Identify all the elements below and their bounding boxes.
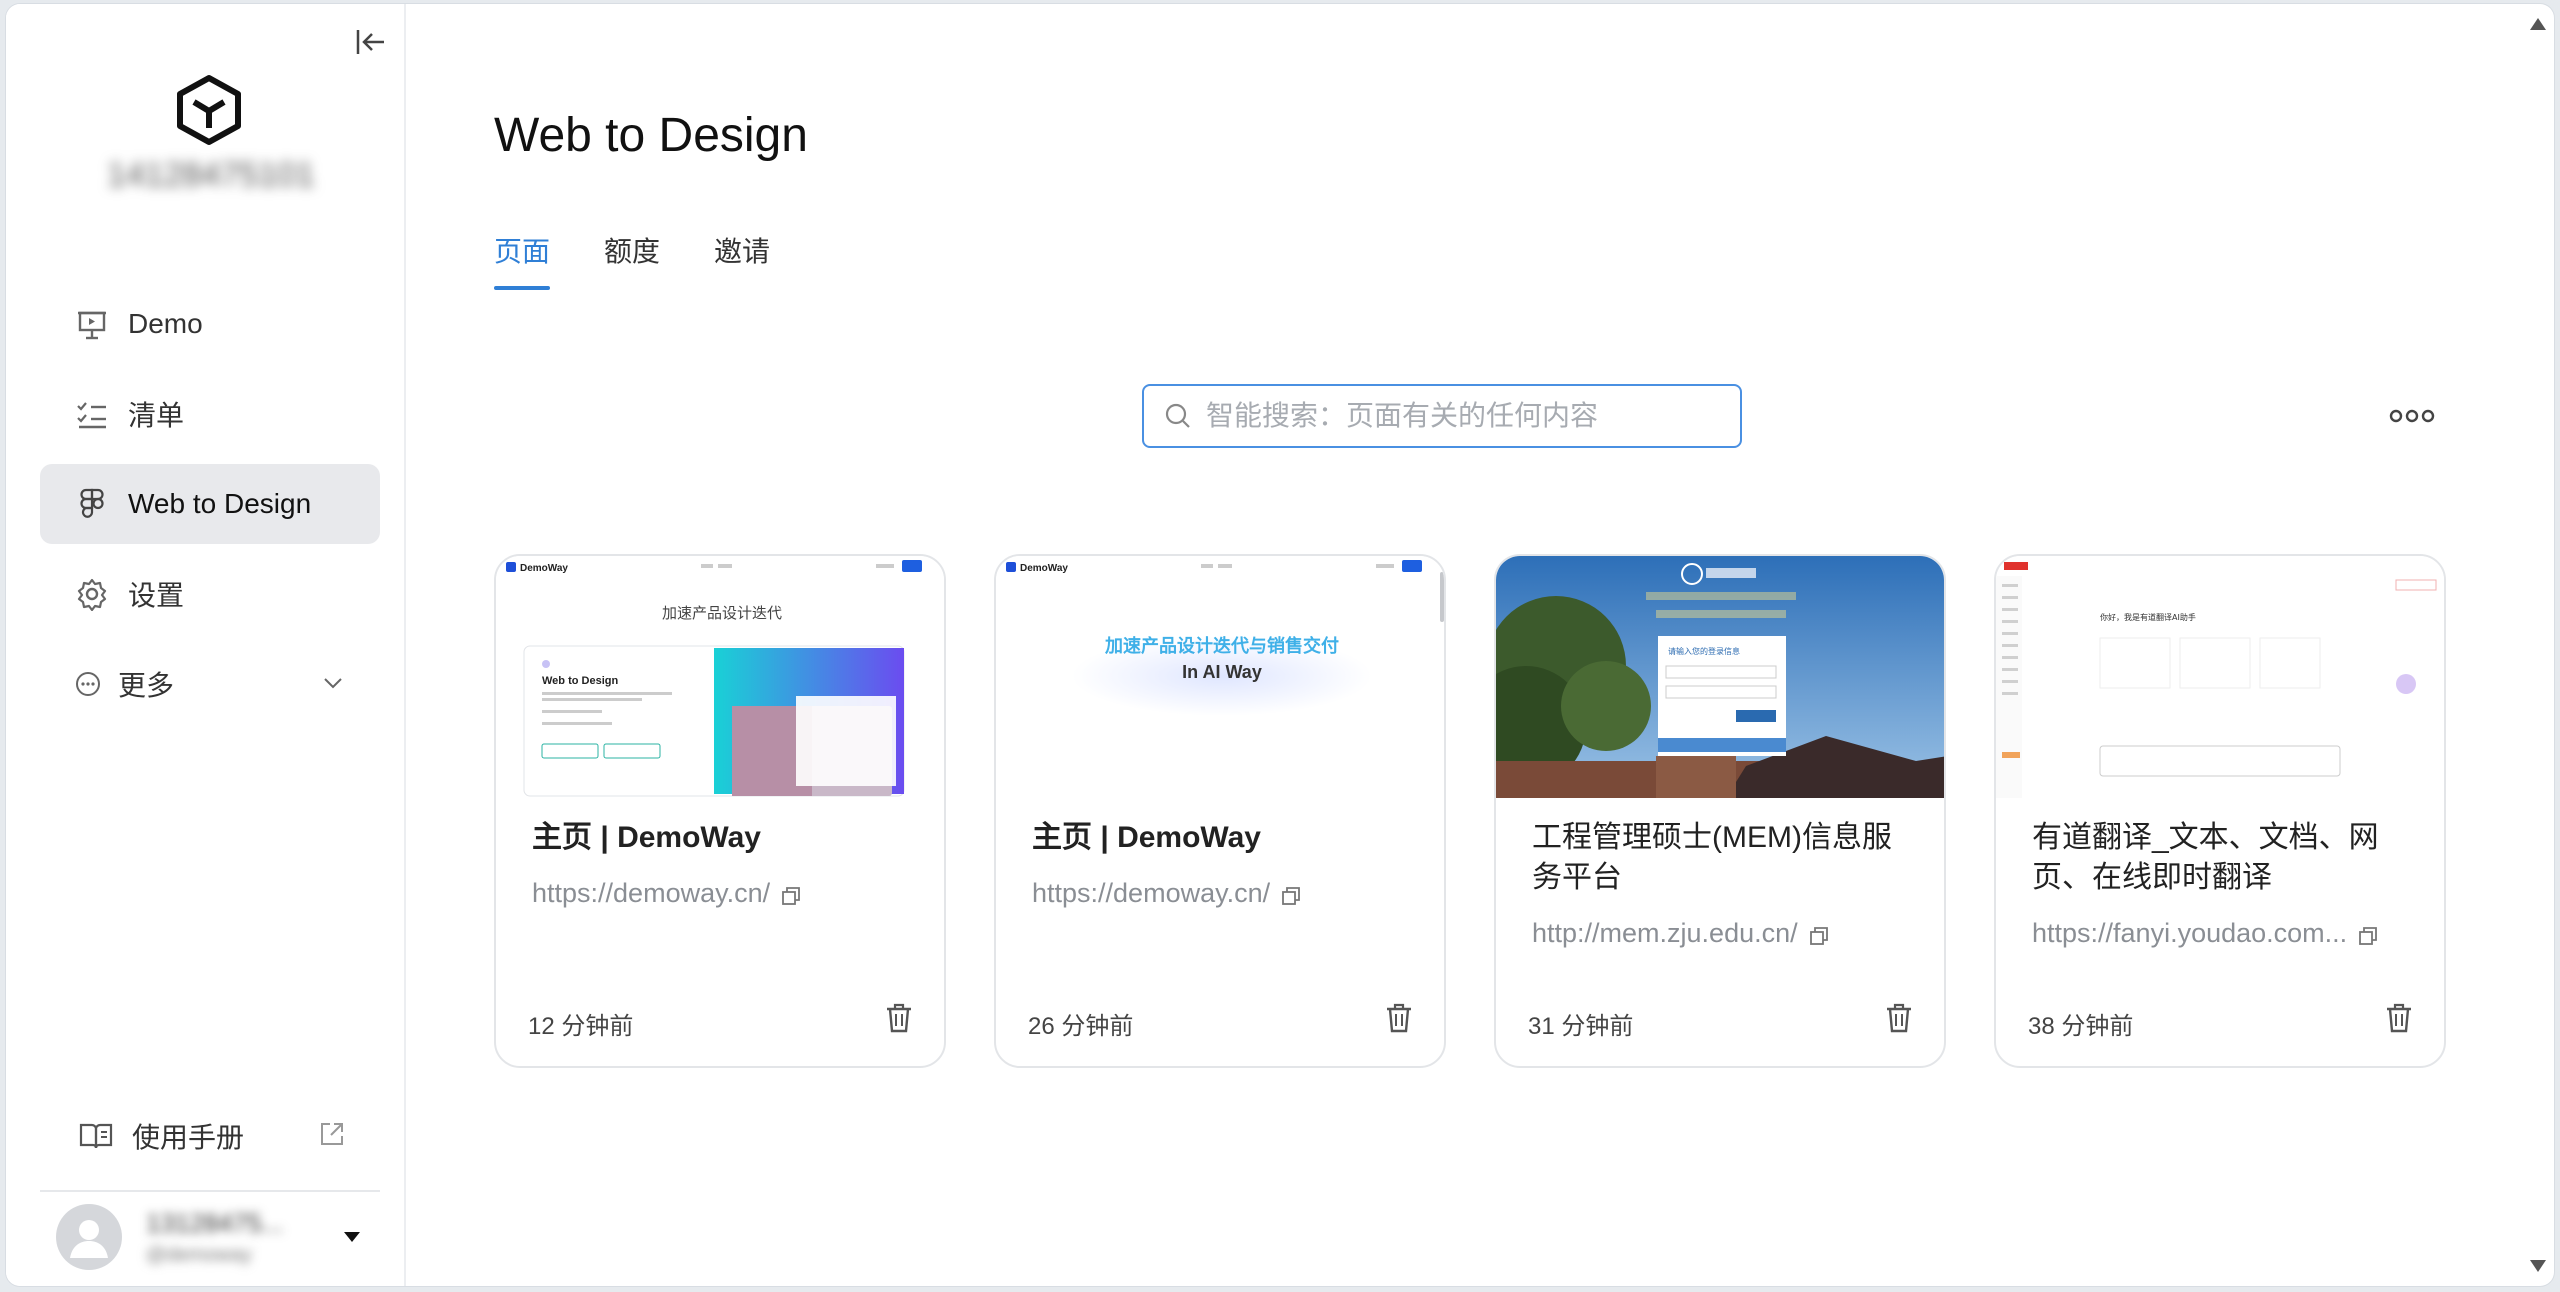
sidebar-item-label: 设置 (128, 580, 185, 611)
page-card[interactable]: DemoWay 加速产品设计迭代 Web to Design 主页 | Demo… (494, 554, 946, 1068)
caret-down-icon[interactable] (342, 1230, 362, 1244)
card-title: 主页 | DemoWay (532, 821, 761, 854)
user-profile[interactable]: 13128475... @demoway (56, 1200, 380, 1278)
user-manual-label: 使用手册 (132, 1122, 245, 1153)
checklist-icon (74, 396, 110, 432)
card-url[interactable]: https://demoway.cn/ (532, 878, 912, 909)
page-card[interactable]: 请输入您的登录信息 工程管理硕士(MEM)信息服务平台 http://mem.z… (1494, 554, 1946, 1068)
sidebar: 14128475101 Demo 清单 Web to Design 设置 更多 … (6, 4, 406, 1286)
sidebar-item-label: 更多 (118, 670, 175, 701)
tab-quota[interactable]: 额度 (604, 230, 660, 290)
more-circle-icon (74, 670, 102, 698)
avatar (56, 1204, 122, 1270)
copy-icon[interactable] (2357, 923, 2379, 945)
sidebar-item-web-to-design[interactable]: Web to Design (40, 464, 380, 544)
card-timestamp: 31 分钟前 (1528, 1013, 1634, 1040)
search-input[interactable] (1206, 400, 1706, 432)
trash-icon[interactable] (884, 1002, 914, 1034)
main-content: Web to Design 页面 额度 邀请 DemoWay (408, 4, 2554, 1286)
card-timestamp: 12 分钟前 (528, 1013, 634, 1040)
thumb-brand: DemoWay (520, 563, 568, 574)
card-title: 有道翻译_文本、文档、网页、在线即时翻译 (2032, 821, 2379, 894)
sidebar-item-label: 清单 (128, 400, 185, 431)
thumb-login-label: 请输入您的登录信息 (1668, 646, 1740, 656)
copy-icon[interactable] (1280, 883, 1302, 905)
account-id: 14128475101 (106, 156, 315, 194)
app-logo-icon (176, 74, 242, 146)
card-title: 工程管理硕士(MEM)信息服务平台 (1532, 821, 1892, 894)
page-card[interactable]: DemoWay 加速产品设计迭代与销售交付 In AI Way 主页 | Dem… (994, 554, 1446, 1068)
card-url-text: https://fanyi.youdao.com... (2032, 918, 2348, 948)
thumb-headline: 加速产品设计迭代 (662, 604, 782, 622)
search-box (1142, 384, 1742, 448)
card-url-text: http://mem.zju.edu.cn/ (1532, 918, 1798, 948)
sidebar-item-demo[interactable]: Demo (40, 284, 380, 364)
tab-invite[interactable]: 邀请 (714, 230, 770, 290)
page-thumbnail: DemoWay 加速产品设计迭代与销售交付 In AI Way (996, 556, 1444, 798)
page-thumbnail: 请输入您的登录信息 (1496, 556, 1944, 798)
card-timestamp: 38 分钟前 (2028, 1013, 2134, 1040)
trash-icon[interactable] (2384, 1002, 2414, 1034)
more-options-button[interactable] (2388, 404, 2436, 428)
trash-icon[interactable] (1884, 1002, 1914, 1034)
card-url[interactable]: https://demoway.cn/ (1032, 878, 1412, 909)
tab-bar: 页面 额度 邀请 (494, 230, 824, 290)
presentation-icon (74, 306, 110, 342)
sidebar-divider (40, 1190, 380, 1192)
card-url-text: https://demoway.cn/ (1032, 878, 1271, 908)
page-thumbnail: DemoWay 加速产品设计迭代 Web to Design (496, 556, 944, 798)
thumb-headline: 加速产品设计迭代与销售交付 (1104, 635, 1339, 657)
card-title: 主页 | DemoWay (1032, 821, 1261, 854)
thumb-brand: DemoWay (1020, 563, 1068, 574)
card-url[interactable]: https://fanyi.youdao.com... (2032, 918, 2412, 949)
external-link-icon (318, 1120, 346, 1148)
scroll-down-arrow[interactable] (2528, 1258, 2548, 1274)
sidebar-item-settings[interactable]: 设置 (40, 554, 380, 634)
card-url[interactable]: http://mem.zju.edu.cn/ (1532, 918, 1912, 949)
collapse-sidebar-icon[interactable] (352, 24, 388, 60)
card-url-text: https://demoway.cn/ (532, 878, 771, 908)
sidebar-item-label: Web to Design (128, 488, 312, 519)
user-subtitle: @demoway (146, 1244, 252, 1266)
copy-icon[interactable] (1808, 923, 1830, 945)
gear-icon (74, 576, 110, 612)
user-manual-link[interactable]: 使用手册 (40, 1106, 380, 1166)
book-icon (78, 1120, 114, 1152)
page-thumbnail: 你好，我是有道翻译AI助手 (1996, 556, 2444, 798)
sidebar-item-label: Demo (128, 308, 203, 339)
thumb-greeting: 你好，我是有道翻译AI助手 (2100, 612, 2196, 622)
sidebar-nav: Demo 清单 Web to Design 设置 更多 (40, 284, 380, 734)
card-timestamp: 26 分钟前 (1028, 1013, 1134, 1040)
thumb-panel-title: Web to Design (542, 675, 618, 687)
chevron-down-icon (320, 670, 346, 696)
sidebar-item-more[interactable]: 更多 (40, 644, 380, 724)
scroll-up-arrow[interactable] (2528, 16, 2548, 32)
trash-icon[interactable] (1384, 1002, 1414, 1034)
app-window: 14128475101 Demo 清单 Web to Design 设置 更多 … (6, 4, 2554, 1286)
copy-icon[interactable] (780, 883, 802, 905)
search-icon (1164, 402, 1192, 430)
thumb-subheadline: In AI Way (1182, 662, 1262, 682)
tab-pages[interactable]: 页面 (494, 230, 551, 290)
page-card-list: DemoWay 加速产品设计迭代 Web to Design 主页 | Demo… (494, 554, 2446, 1068)
page-title: Web to Design (494, 109, 808, 162)
sidebar-item-checklist[interactable]: 清单 (40, 374, 380, 454)
page-card[interactable]: 你好，我是有道翻译AI助手 有道翻译_文本、文档、网页、在线即时翻译 https… (1994, 554, 2446, 1068)
figma-icon (74, 486, 110, 522)
user-name: 13128475... (146, 1208, 284, 1238)
